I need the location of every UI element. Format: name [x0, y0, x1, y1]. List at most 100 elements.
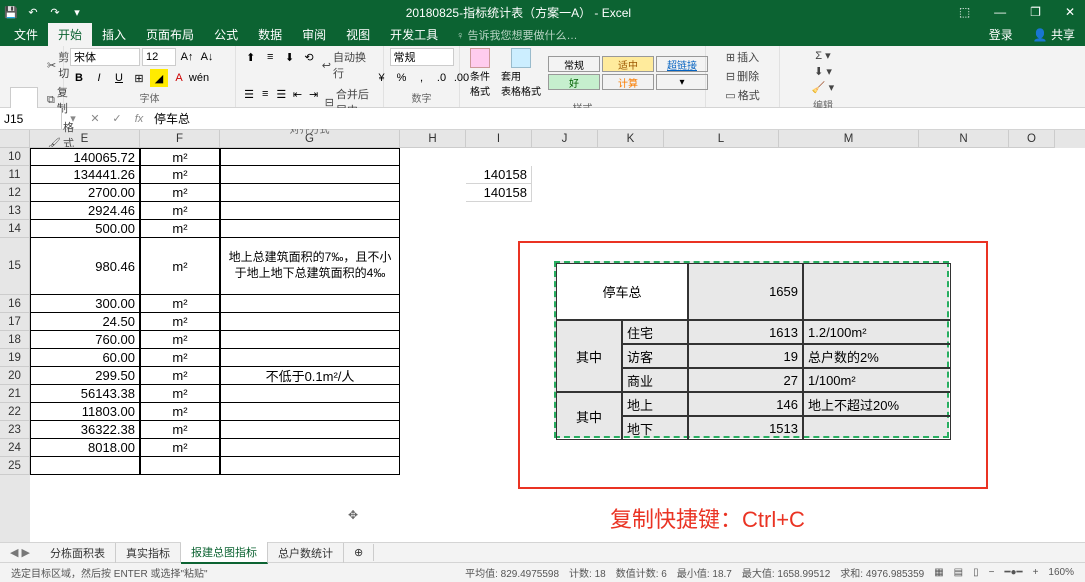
cell-G24[interactable] — [220, 439, 400, 457]
copied-cell[interactable]: 住宅 — [622, 320, 688, 344]
comma-icon[interactable]: , — [413, 69, 431, 87]
row-header-21[interactable]: 21 — [0, 385, 30, 403]
cell-E17[interactable]: 24.50 — [30, 313, 140, 331]
tab-file[interactable]: 文件 — [4, 23, 48, 46]
cell-F15[interactable]: m² — [140, 238, 220, 295]
row-header-20[interactable]: 20 — [0, 367, 30, 385]
row-header-18[interactable]: 18 — [0, 331, 30, 349]
align-left-icon[interactable]: ☰ — [242, 85, 256, 103]
cell-E20[interactable]: 299.50 — [30, 367, 140, 385]
row-header-12[interactable]: 12 — [0, 184, 30, 202]
copied-cell[interactable] — [803, 416, 951, 440]
cell-G22[interactable] — [220, 403, 400, 421]
conditional-format-button[interactable]: 条件格式 — [466, 48, 494, 98]
cell-F24[interactable]: m² — [140, 439, 220, 457]
cell-G18[interactable] — [220, 331, 400, 349]
tab-home[interactable]: 开始 — [48, 23, 92, 46]
copied-cell[interactable]: 其中 — [556, 392, 622, 440]
select-all-button[interactable] — [0, 130, 30, 148]
cell-F13[interactable]: m² — [140, 202, 220, 220]
tab-layout[interactable]: 页面布局 — [136, 23, 204, 46]
formula-input[interactable] — [150, 108, 1085, 129]
cell-F23[interactable]: m² — [140, 421, 220, 439]
underline-icon[interactable]: U — [110, 69, 128, 87]
cell-E19[interactable]: 60.00 — [30, 349, 140, 367]
copied-cell[interactable]: 停车总 — [556, 263, 688, 320]
col-header-J[interactable]: J — [532, 130, 598, 148]
table-format-button[interactable]: 套用 表格格式 — [497, 48, 545, 98]
sheet-nav[interactable]: ◀ ▶ — [0, 546, 40, 559]
delete-cells-button[interactable]: ⊟ 删除 — [724, 67, 761, 85]
copied-cell[interactable]: 访客 — [622, 344, 688, 368]
row-header-14[interactable]: 14 — [0, 220, 30, 238]
cell-F22[interactable]: m² — [140, 403, 220, 421]
col-header-E[interactable]: E — [30, 130, 140, 148]
copied-cell[interactable]: 总户数的2% — [803, 344, 951, 368]
spreadsheet-grid[interactable]: E F G H I J K L M N O 101112131415161718… — [0, 130, 1085, 542]
copied-cell[interactable]: 地上不超过20% — [803, 392, 951, 416]
undo-icon[interactable]: ↶ — [26, 5, 40, 19]
copied-cell[interactable]: 商业 — [622, 368, 688, 392]
cell-I11[interactable]: 140158 — [466, 166, 532, 184]
cell-G16[interactable] — [220, 295, 400, 313]
fill-button[interactable]: ⬇ ▾ — [812, 64, 834, 79]
enter-icon[interactable]: ✓ — [106, 112, 128, 125]
border-icon[interactable]: ⊞ — [130, 69, 148, 87]
style-calc[interactable]: 计算 — [602, 74, 654, 90]
name-box-dropdown-icon[interactable]: ▾ — [62, 112, 84, 125]
col-header-N[interactable]: N — [919, 130, 1009, 148]
copied-cell[interactable]: 地上 — [622, 392, 688, 416]
font-size-select[interactable] — [142, 48, 176, 66]
wrap-text-button[interactable]: ↩ 自动换行 — [320, 48, 377, 82]
row-header-19[interactable]: 19 — [0, 349, 30, 367]
redo-icon[interactable]: ↷ — [48, 5, 62, 19]
cell-F20[interactable]: m² — [140, 367, 220, 385]
copied-cell[interactable]: 1659 — [688, 263, 803, 320]
format-cells-button[interactable]: ▭ 格式 — [723, 86, 761, 104]
increase-font-icon[interactable]: A↑ — [178, 48, 196, 66]
orientation-icon[interactable]: ⟲ — [300, 48, 317, 66]
copied-cell[interactable]: 1513 — [688, 416, 803, 440]
zoom-in-button[interactable]: + — [1028, 567, 1044, 578]
currency-icon[interactable]: ¥ — [373, 69, 391, 87]
view-pagebreak-icon[interactable]: ▯ — [968, 567, 984, 578]
insert-cells-button[interactable]: ⊞ 插入 — [724, 48, 761, 66]
zoom-out-button[interactable]: − — [984, 567, 1000, 578]
percent-icon[interactable]: % — [393, 69, 411, 87]
cell-F14[interactable]: m² — [140, 220, 220, 238]
row-header-25[interactable]: 25 — [0, 457, 30, 475]
sheet-tab-4[interactable]: 总户数统计 — [268, 543, 344, 563]
col-header-F[interactable]: F — [140, 130, 220, 148]
cell-E14[interactable]: 500.00 — [30, 220, 140, 238]
row-header-16[interactable]: 16 — [0, 295, 30, 313]
save-icon[interactable]: 💾 — [4, 5, 18, 19]
tab-insert[interactable]: 插入 — [92, 23, 136, 46]
row-header-24[interactable]: 24 — [0, 439, 30, 457]
cell-F16[interactable]: m² — [140, 295, 220, 313]
cell-E15[interactable]: 980.46 — [30, 238, 140, 295]
cell-E12[interactable]: 2700.00 — [30, 184, 140, 202]
cell-E13[interactable]: 2924.46 — [30, 202, 140, 220]
cell-G11[interactable] — [220, 166, 400, 184]
zoom-slider[interactable]: ━●━ — [999, 567, 1027, 578]
style-good[interactable]: 好 — [548, 74, 600, 90]
tab-data[interactable]: 数据 — [248, 23, 292, 46]
view-layout-icon[interactable]: ▤ — [949, 567, 968, 578]
cell-F12[interactable]: m² — [140, 184, 220, 202]
cell-F18[interactable]: m² — [140, 331, 220, 349]
col-header-H[interactable]: H — [400, 130, 466, 148]
new-sheet-button[interactable]: ⊕ — [344, 544, 374, 561]
indent-dec-icon[interactable]: ⇤ — [290, 85, 304, 103]
restore-button[interactable]: ❐ — [1024, 5, 1047, 19]
copied-cell[interactable]: 1613 — [688, 320, 803, 344]
italic-icon[interactable]: I — [90, 69, 108, 87]
align-middle-icon[interactable]: ≡ — [261, 48, 278, 66]
row-header-17[interactable]: 17 — [0, 313, 30, 331]
font-name-select[interactable] — [70, 48, 140, 66]
indent-inc-icon[interactable]: ⇥ — [307, 85, 321, 103]
col-header-I[interactable]: I — [466, 130, 532, 148]
cell-E18[interactable]: 760.00 — [30, 331, 140, 349]
row-header-23[interactable]: 23 — [0, 421, 30, 439]
style-normal[interactable]: 常规 — [548, 56, 600, 72]
tell-me-input[interactable]: ♀ 告诉我您想要做什么… — [448, 24, 585, 46]
